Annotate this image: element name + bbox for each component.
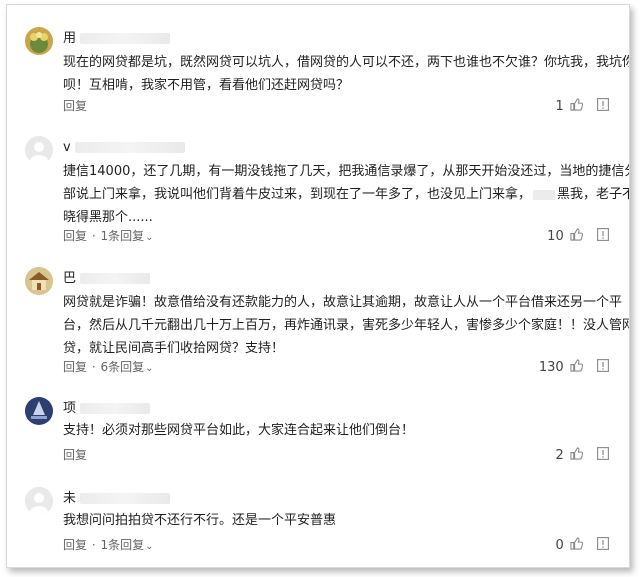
reply-button[interactable]: 回复 (63, 229, 87, 243)
view-replies-button[interactable]: 6条回复⌄ (101, 360, 154, 374)
chevron-down-icon[interactable]: ⌄ (145, 541, 153, 552)
separator-dot: · (91, 229, 96, 243)
avatar[interactable] (25, 397, 53, 425)
comment-actions: 回复 · 1条回复⌄ (63, 228, 154, 246)
comment-text: 我想问问拍拍贷不还行不行。还是一个平安普惠 (63, 509, 623, 532)
username[interactable]: v (63, 140, 185, 156)
comment-line: 现在的网贷都是坑，既然网贷可以坑人，借网贷的人可以不还，两下也谁也不欠谁？你坑我… (63, 55, 630, 70)
comment-line-part: 黑我，老子不 (557, 187, 630, 202)
avatar[interactable] (25, 27, 53, 55)
username-text[interactable]: 项 (63, 401, 76, 416)
username[interactable]: 用 (63, 31, 171, 47)
reply-button[interactable]: 回复 (63, 360, 87, 374)
thumbs-up-icon[interactable] (570, 359, 583, 377)
report-icon[interactable] (597, 359, 609, 377)
comment-line: 呗！互相啃，我家不用管，看看他们还赶网贷吗？ (63, 78, 350, 93)
report-icon[interactable] (597, 447, 609, 465)
thumbs-up-icon[interactable] (570, 228, 583, 246)
thumbs-up-icon[interactable] (570, 447, 583, 465)
username-text[interactable]: v (63, 140, 71, 155)
text-redacted (533, 189, 556, 200)
comment-line: 网贷就是诈骗！故意借给没有还款能力的人，故意让其逾期，故意让人从一个平台借来还另… (63, 295, 623, 310)
thumbs-up-icon[interactable] (570, 537, 583, 555)
reply-count[interactable]: 6条回复 (101, 360, 145, 374)
avatar[interactable] (25, 136, 53, 164)
comment-line: 晓得黑那个...... (63, 210, 153, 225)
reply-count[interactable]: 1条回复 (101, 538, 145, 552)
username[interactable]: 巴 (63, 271, 151, 287)
comment-actions: 回复 · 1条回复⌄ (63, 537, 154, 555)
username-text[interactable]: 巴 (63, 271, 76, 286)
comment-stats: 10 (547, 228, 609, 246)
comment-stats: 130 (539, 359, 609, 377)
username[interactable]: 项 (63, 401, 151, 417)
username-redacted (74, 142, 185, 153)
reply-count[interactable]: 1条回复 (101, 229, 145, 243)
avatar[interactable] (25, 267, 53, 295)
comment-actions: 回复 · 6条回复⌄ (63, 359, 154, 377)
report-icon[interactable] (597, 98, 609, 116)
username-redacted (80, 273, 151, 284)
chevron-down-icon[interactable]: ⌄ (145, 232, 153, 243)
username-redacted (80, 493, 171, 504)
avatar-flowers-icon (25, 27, 53, 55)
comment-stats: 2 (555, 447, 609, 465)
username-redacted (80, 403, 151, 414)
avatar-ship-icon (25, 397, 53, 425)
username-text[interactable]: 用 (63, 31, 76, 46)
comment-list: 用 现在的网贷都是坑，既然网贷可以坑人，借网贷的人可以不还，两下也谁也不欠谁？你… (6, 4, 630, 568)
like-count: 2 (555, 448, 564, 463)
comment-line: 部说上门来拿，我说叫他们背着牛皮过来，到现在了一年多了，也没见上门来拿， 黑我，老… (63, 183, 629, 206)
comment-line: 台，然后从几千元翻出几十万上百万，再炸通讯录，害死多少年轻人，害惨多少个家庭！！… (63, 318, 630, 333)
reply-button[interactable]: 回复 (63, 538, 87, 552)
comment-line: 捷信14000，还了几期，有一期没钱拖了几天，把我通信录爆了，从那天开始没还过，… (63, 164, 630, 179)
comment-line: 贷，就让民间高手们收拾网贷？支持！ (63, 341, 285, 356)
like-count: 1 (555, 99, 564, 114)
reply-button[interactable]: 回复 (63, 99, 87, 113)
default-avatar-icon (25, 136, 53, 164)
comment-text: 支持！必须对那些网贷平台如此，大家连合起来让他们倒台！ (63, 419, 623, 442)
like-count: 0 (555, 538, 564, 553)
username-text[interactable]: 未 (63, 491, 76, 506)
comment-actions: 回复 (63, 447, 87, 463)
chevron-down-icon[interactable]: ⌄ (145, 363, 153, 374)
comment-text: 网贷就是诈骗！故意借给没有还款能力的人，故意让其逾期，故意让人从一个平台借来还另… (63, 291, 630, 360)
comment-actions: 回复 (63, 98, 87, 114)
username-redacted (80, 33, 171, 44)
avatar-house-icon (25, 267, 53, 295)
report-icon[interactable] (597, 228, 609, 246)
view-replies-button[interactable]: 1条回复⌄ (101, 538, 154, 552)
comment-line: 支持！必须对那些网贷平台如此，大家连合起来让他们倒台！ (63, 423, 415, 438)
avatar[interactable] (25, 487, 53, 515)
comment-stats: 1 (555, 98, 609, 116)
thumbs-up-icon[interactable] (570, 98, 583, 116)
comment-text: 现在的网贷都是坑，既然网贷可以坑人，借网贷的人可以不还，两下也谁也不欠谁？你坑我… (63, 51, 630, 97)
view-replies-button[interactable]: 1条回复⌄ (101, 229, 154, 243)
comment-line: 我想问问拍拍贷不还行不行。还是一个平安普惠 (63, 513, 337, 528)
reply-button[interactable]: 回复 (63, 448, 87, 462)
comment-text: 捷信14000，还了几期，有一期没钱拖了几天，把我通信录爆了，从那天开始没还过，… (63, 160, 630, 229)
comment-stats: 0 (555, 537, 609, 555)
default-avatar-icon (25, 487, 53, 515)
like-count: 130 (538, 360, 564, 375)
comment-line-part: 部说上门来拿，我说叫他们背着牛皮过来，到现在了一年多了，也没见上门来拿， (63, 187, 532, 202)
username[interactable]: 未 (63, 491, 171, 507)
separator-dot: · (91, 538, 96, 552)
separator-dot: · (91, 360, 96, 374)
like-count: 10 (547, 229, 564, 244)
report-icon[interactable] (597, 537, 609, 555)
